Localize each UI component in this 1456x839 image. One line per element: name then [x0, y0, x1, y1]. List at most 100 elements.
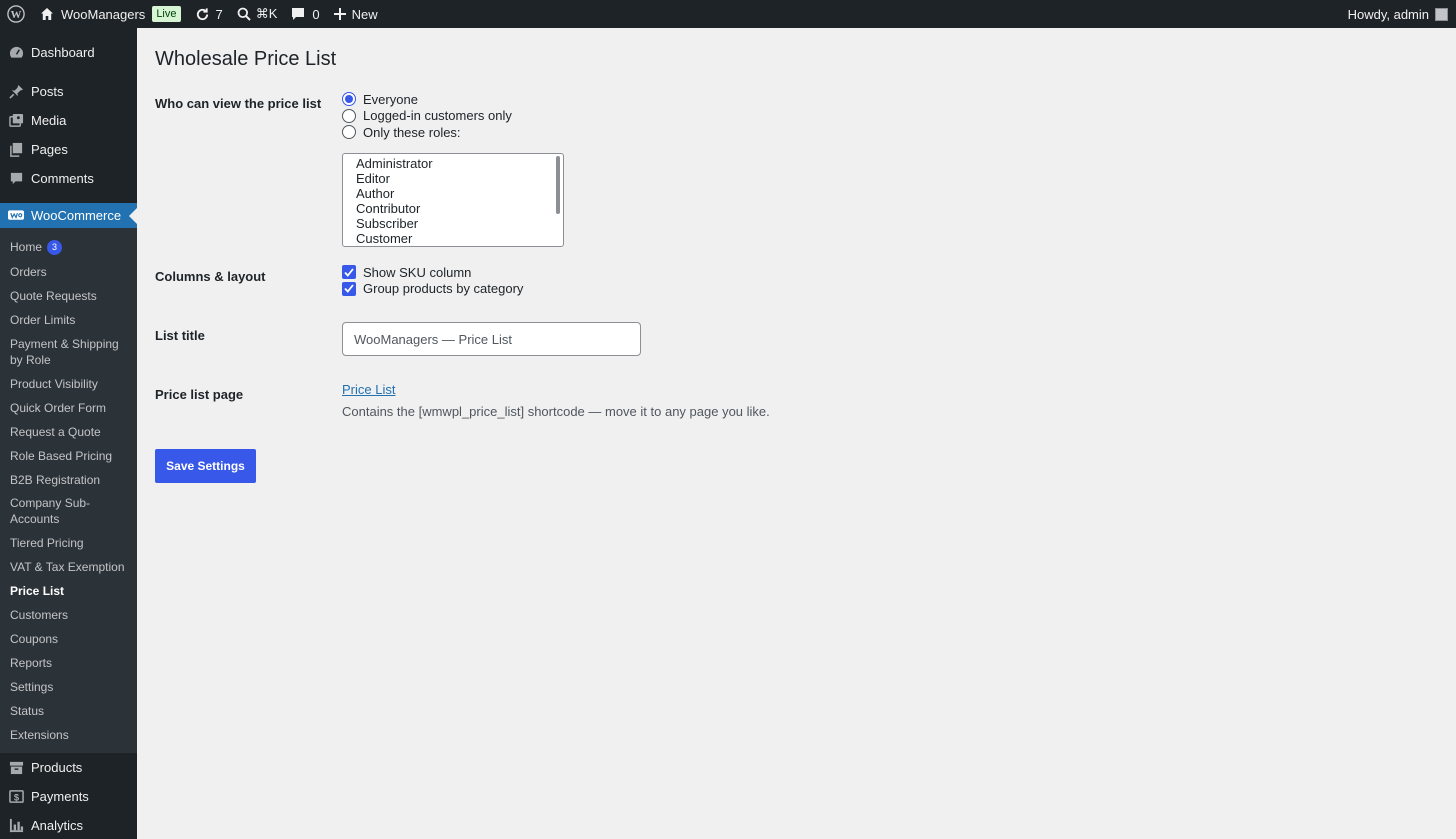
roles-multiselect[interactable]: Administrator Editor Author Contributor …	[342, 152, 564, 247]
site-name: WooManagers	[61, 6, 146, 22]
menu-label: WooCommerce	[31, 208, 122, 223]
menu-label: Pages	[31, 142, 68, 157]
new-label: New	[351, 6, 378, 22]
live-badge: Live	[152, 6, 181, 22]
submenu-company-sub-accounts[interactable]: Company Sub-Accounts	[0, 492, 137, 531]
menu-products[interactable]: Products	[0, 753, 137, 782]
role-option[interactable]: Administrator	[356, 156, 563, 171]
menu-dashboard[interactable]: Dashboard	[0, 38, 137, 67]
shortcode-description: Contains the [wmwpl_price_list] shortcod…	[342, 404, 770, 419]
submenu-role-based-pricing[interactable]: Role Based Pricing	[0, 444, 137, 468]
price-list-page-link[interactable]: Price List	[342, 382, 395, 397]
radio-everyone[interactable]: Everyone	[342, 91, 564, 108]
menu-label: Analytics	[31, 818, 84, 833]
submenu-reports[interactable]: Reports	[0, 651, 137, 675]
plus-icon	[333, 8, 346, 20]
wordpress-logo-icon[interactable]: W	[0, 0, 33, 28]
submenu-tiered-pricing[interactable]: Tiered Pricing	[0, 531, 137, 555]
columns-field: Show SKU column Group products by catego…	[342, 264, 523, 297]
group-by-category-checkbox[interactable]	[342, 281, 356, 296]
radio-logged-in[interactable]: Logged-in customers only	[342, 108, 564, 125]
menu-pages[interactable]: Pages	[0, 135, 137, 164]
submenu-home[interactable]: Home 3	[0, 235, 137, 260]
menu-analytics[interactable]: Analytics	[0, 811, 137, 839]
submenu-product-visibility[interactable]: Product Visibility	[0, 372, 137, 396]
menu-label: Products	[31, 760, 83, 775]
group-by-category-option[interactable]: Group products by category	[342, 281, 523, 298]
submenu-extensions[interactable]: Extensions	[0, 723, 137, 747]
submenu-request-a-quote[interactable]: Request a Quote	[0, 420, 137, 444]
comments-link[interactable]: 0	[284, 0, 326, 28]
submenu-status[interactable]: Status	[0, 699, 137, 723]
submenu-order-limits[interactable]: Order Limits	[0, 308, 137, 332]
new-content-link[interactable]: New	[327, 0, 385, 28]
menu-woocommerce[interactable]: WooCommerce	[0, 203, 137, 228]
role-option[interactable]: Customer	[356, 231, 563, 245]
command-palette-link[interactable]: ⌘K	[230, 0, 285, 28]
svg-text:$: $	[13, 792, 19, 802]
archive-icon	[8, 760, 24, 776]
role-option[interactable]: Author	[356, 186, 563, 201]
submenu-customers[interactable]: Customers	[0, 603, 137, 627]
columns-label: Columns & layout	[155, 269, 266, 284]
menu-label: Dashboard	[31, 45, 95, 60]
price-list-page-label: Price list page	[155, 387, 244, 402]
role-option[interactable]: Editor	[356, 171, 563, 186]
comment-icon	[291, 7, 305, 21]
search-shortcut: ⌘K	[255, 6, 278, 21]
submenu-payment-shipping-by-role[interactable]: Payment & Shipping by Role	[0, 332, 137, 372]
list-title-input[interactable]: WooManagers — Price List	[342, 322, 641, 356]
roles-scrollbar[interactable]	[556, 155, 560, 214]
radio-button[interactable]	[342, 108, 356, 123]
search-icon	[237, 7, 251, 21]
pin-icon	[8, 84, 24, 100]
main-content: Wholesale Price List Who can view the pr…	[155, 28, 1435, 483]
svg-text:W: W	[11, 9, 22, 21]
home-icon	[40, 7, 54, 21]
menu-label: Payments	[31, 789, 89, 804]
home-count-badge: 3	[47, 240, 63, 255]
menu-label: Comments	[31, 171, 94, 186]
submenu-coupons[interactable]: Coupons	[0, 627, 137, 651]
avatar	[1435, 7, 1448, 21]
menu-label: Posts	[31, 84, 64, 99]
show-sku-option[interactable]: Show SKU column	[342, 264, 523, 281]
submenu-b2b-registration[interactable]: B2B Registration	[0, 468, 137, 492]
comments-count: 0	[312, 6, 320, 22]
page-title: Wholesale Price List	[155, 48, 337, 70]
visibility-label: Who can view the price list	[155, 96, 322, 111]
list-title-field: WooManagers — Price List	[342, 322, 641, 356]
menu-comments[interactable]: Comments	[0, 164, 137, 193]
radio-only-roles[interactable]: Only these roles:	[342, 124, 564, 141]
comment-icon	[8, 171, 24, 187]
menu-payments[interactable]: $ Payments	[0, 782, 137, 811]
menu-posts[interactable]: Posts	[0, 77, 137, 106]
price-list-page-field: Price List Contains the [wmwpl_price_lis…	[342, 382, 770, 419]
media-icon	[8, 113, 24, 129]
submenu-vat-tax-exemption[interactable]: VAT & Tax Exemption	[0, 555, 137, 579]
role-option[interactable]: Subscriber	[356, 216, 563, 231]
submenu-settings[interactable]: Settings	[0, 675, 137, 699]
bar-chart-icon	[8, 818, 24, 834]
radio-button-checked[interactable]	[342, 92, 356, 107]
save-settings-button[interactable]: Save Settings	[155, 449, 256, 483]
admin-bar: W WooManagers Live 7 ⌘K 0 New Howdy, adm…	[0, 0, 1456, 28]
visibility-field: Everyone Logged-in customers only Only t…	[342, 91, 564, 247]
dashboard-icon	[8, 45, 24, 61]
pages-icon	[8, 142, 24, 158]
dollar-icon: $	[8, 789, 24, 805]
refresh-icon	[195, 7, 210, 22]
submenu-quote-requests[interactable]: Quote Requests	[0, 284, 137, 308]
show-sku-checkbox[interactable]	[342, 265, 356, 280]
menu-media[interactable]: Media	[0, 106, 137, 135]
my-account[interactable]: Howdy, admin	[1348, 0, 1456, 28]
admin-menu: Dashboard Posts Media Pages Comments Woo…	[0, 28, 137, 839]
radio-button[interactable]	[342, 125, 356, 140]
updates-link[interactable]: 7	[188, 0, 230, 28]
role-option[interactable]: Contributor	[356, 201, 563, 216]
site-name-link[interactable]: WooManagers Live	[33, 0, 188, 28]
submenu-price-list[interactable]: Price List	[0, 579, 137, 603]
submenu-quick-order-form[interactable]: Quick Order Form	[0, 396, 137, 420]
woocommerce-icon	[8, 208, 24, 224]
submenu-orders[interactable]: Orders	[0, 260, 137, 284]
